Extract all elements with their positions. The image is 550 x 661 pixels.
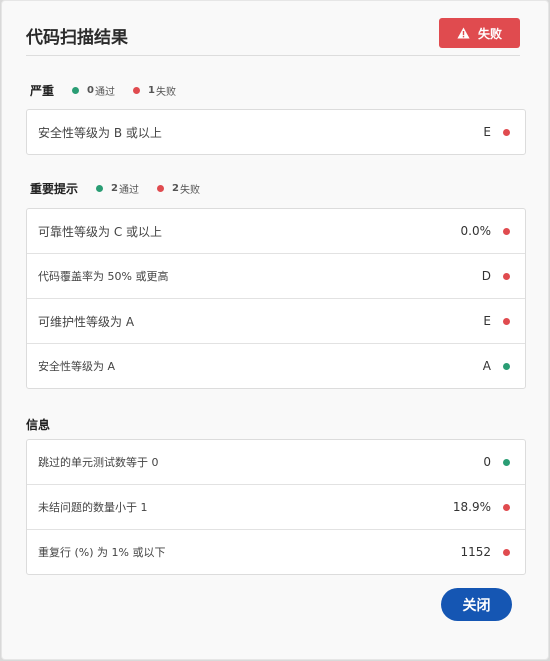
condition-row: 重复行 (%) 为 1% 或以下 1152 [27,529,525,574]
condition-value: D [481,269,491,283]
section-major-list: 可靠性等级为 C 或以上 0.0% 代码覆盖率为 50% 或更高 D 可维护性等… [26,208,526,389]
condition-label: 跳过的单元测试数等于 0 [38,456,159,469]
warning-icon [457,27,470,39]
fail-stat: 2 失败 [156,181,200,196]
fail-dot-icon [503,503,510,511]
condition-value: E [483,125,491,139]
section-info-header: 信息 [26,414,68,434]
pass-dot-icon [72,86,80,94]
fail-dot-icon [503,317,510,325]
fail-stat: 1 失败 [132,83,176,98]
condition-label: 代码覆盖率为 50% 或更高 [38,270,169,283]
section-info-list: 跳过的单元测试数等于 0 0 未结问题的数量小于 1 18.9% 重复行 (%)… [26,439,526,575]
condition-label: 未结问题的数量小于 1 [38,501,148,514]
close-button[interactable]: 关闭 [441,588,512,621]
dialog-header: 代码扫描结果 失败 [26,15,520,56]
condition-row: 可维护性等级为 A E [27,298,525,343]
condition-label: 安全性等级为 B 或以上 [38,125,162,140]
pass-dot-icon [503,458,510,466]
condition-label: 可维护性等级为 A [38,314,135,329]
fail-dot-icon [503,227,510,235]
pass-stat: 0 通过 [72,83,115,98]
condition-row: 代码覆盖率为 50% 或更高 D [27,253,525,298]
condition-label: 安全性等级为 A [38,360,116,373]
section-major-header: 重要提示 2 通过 2 失败 [30,178,218,198]
condition-row: 安全性等级为 B 或以上 E [27,110,525,154]
condition-value: 1152 [460,545,491,559]
pass-stat: 2 通过 [96,181,139,196]
pass-dot-icon [96,184,104,192]
fail-dot-icon [503,128,510,136]
status-badge-label: 失败 [477,26,502,41]
fail-dot-icon [156,184,164,192]
fail-dot-icon [132,86,140,94]
condition-label: 可靠性等级为 C 或以上 [38,224,163,239]
condition-value: 0.0% [460,224,492,238]
section-title: 信息 [26,417,51,432]
fail-dot-icon [503,548,510,556]
condition-row: 安全性等级为 A A [27,343,525,388]
section-critical-header: 严重 0 通过 1 失败 [30,80,194,100]
pass-dot-icon [503,362,510,370]
condition-label: 重复行 (%) 为 1% 或以下 [38,546,166,559]
fail-dot-icon [503,272,510,280]
dialog-title: 代码扫描结果 [26,28,128,48]
condition-value: A [482,359,491,373]
scan-result-dialog: 代码扫描结果 失败 严重 0 通过 1 失败 安全性等级为 B 或以上 E 重要… [1,0,549,660]
condition-value: 0 [483,455,491,469]
condition-row: 跳过的单元测试数等于 0 0 [27,440,525,484]
section-title: 严重 [30,83,55,98]
status-badge: 失败 [439,18,520,48]
condition-value: E [483,314,491,328]
section-title: 重要提示 [30,181,79,196]
condition-value: 18.9% [452,500,491,514]
condition-row: 可靠性等级为 C 或以上 0.0% [27,209,525,253]
condition-row: 未结问题的数量小于 1 18.9% [27,484,525,529]
section-critical-list: 安全性等级为 B 或以上 E [26,109,526,155]
